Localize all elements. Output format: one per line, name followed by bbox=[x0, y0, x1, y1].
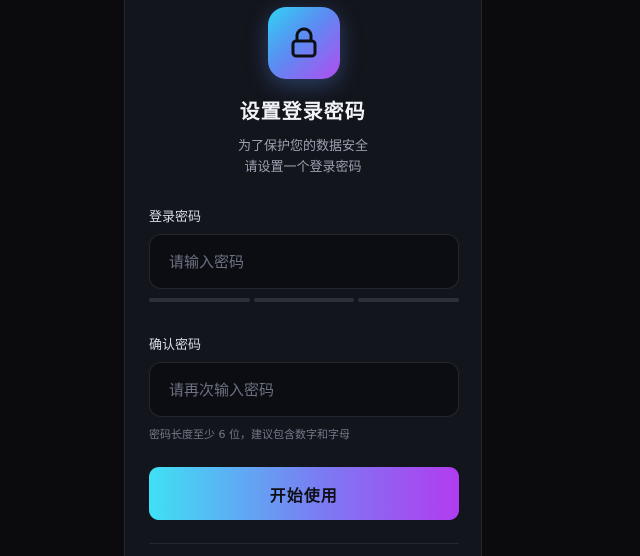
confirm-password-input[interactable] bbox=[167, 379, 441, 400]
page: 设置登录密码 为了保护您的数据安全 请设置一个登录密码 登录密码 确认密码 密码… bbox=[0, 0, 640, 556]
setup-password-panel: 设置登录密码 为了保护您的数据安全 请设置一个登录密码 登录密码 确认密码 密码… bbox=[124, 0, 482, 556]
lock-badge bbox=[268, 7, 340, 79]
subtitle-line-2: 请设置一个登录密码 bbox=[244, 160, 362, 175]
confirm-password-label: 确认密码 bbox=[149, 338, 202, 353]
password-strength-meter bbox=[149, 298, 460, 302]
start-button[interactable]: 开始使用 bbox=[149, 467, 459, 520]
password-label: 登录密码 bbox=[149, 210, 202, 225]
password-field[interactable] bbox=[149, 234, 459, 289]
strength-segment bbox=[358, 298, 460, 302]
password-input[interactable] bbox=[167, 251, 441, 272]
lock-icon bbox=[291, 27, 317, 58]
strength-segment bbox=[149, 298, 250, 302]
strength-segment bbox=[253, 298, 355, 302]
password-hint: 密码长度至少 6 位，建议包含数字和字母 bbox=[149, 428, 350, 441]
confirm-password-field[interactable] bbox=[149, 362, 459, 417]
subtitle-line-1: 为了保护您的数据安全 bbox=[237, 139, 368, 154]
divider bbox=[149, 543, 459, 544]
page-title: 设置登录密码 bbox=[240, 99, 366, 123]
